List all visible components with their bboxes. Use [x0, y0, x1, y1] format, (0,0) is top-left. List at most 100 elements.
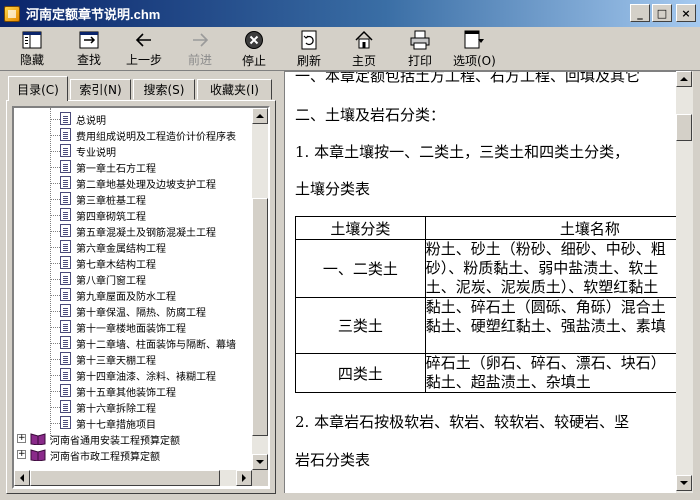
page-icon [60, 304, 71, 317]
forward-button[interactable]: 前进 [188, 30, 212, 68]
tree-vertical-scrollbar[interactable] [252, 108, 268, 470]
tree-item[interactable]: 第七章木结构工程 [14, 255, 254, 271]
tree-item[interactable]: 第五章混凝土及钢筋混凝土工程 [14, 223, 254, 239]
table-cell-names: 粉土、砂土（粉砂、细砂、中砂、粗 砂）、粉质黏土、弱中盐渍土、软土 土、泥炭、泥… [424, 239, 689, 298]
locate-icon [78, 30, 100, 49]
tree-item-label: 第六章金属结构工程 [76, 243, 166, 255]
tree-item[interactable]: 第八章门窗工程 [14, 271, 254, 287]
tab-contents[interactable]: 目录(C) [8, 76, 68, 101]
refresh-button[interactable]: 刷新 [297, 30, 321, 68]
refresh-label: 刷新 [297, 54, 322, 68]
back-label: 上一步 [126, 53, 163, 67]
tree-item[interactable]: 第十一章楼地面装饰工程 [14, 319, 254, 335]
expand-plus-icon[interactable]: + [17, 434, 26, 443]
table-cell-line: 土、泥炭、泥炭质土）、软塑红黏土 [425, 278, 659, 296]
pane-splitter[interactable] [278, 71, 283, 500]
page-icon [60, 256, 71, 269]
window-title: 河南定额章节说明.chm [26, 7, 161, 22]
tree-item[interactable]: 总说明 [14, 111, 254, 127]
forward-arrow-icon [189, 30, 211, 49]
tree-item[interactable]: 第十七章措施项目 [14, 415, 254, 431]
tree-item[interactable]: 第三章桩基工程 [14, 191, 254, 207]
home-icon [353, 30, 375, 50]
tab-search-label: 搜索(S) [143, 83, 185, 97]
title-bar[interactable]: 河南定额章节说明.chm _ □ × [0, 0, 700, 27]
tree-item-label: 第十五章其他装饰工程 [76, 387, 176, 399]
table-cell-names: 碎石土（卵石、碎石、漂石、块石） 黏土、超盐渍土、杂填土 [424, 353, 689, 393]
arrow-down-icon [256, 460, 264, 464]
tree-item[interactable]: 第六章金属结构工程 [14, 239, 254, 255]
scroll-up-button[interactable] [252, 108, 268, 124]
tree-item[interactable]: 第十章保温、隔热、防腐工程 [14, 303, 254, 319]
page-icon [60, 368, 71, 381]
tree-item-label: 第十一章楼地面装饰工程 [76, 323, 186, 335]
tree-item[interactable]: 第十二章墙、柱面装饰与隔断、幕墙 [14, 335, 254, 351]
minimize-button[interactable]: _ [630, 4, 650, 22]
scroll-down-button[interactable] [252, 454, 268, 470]
soil-table-title: 土壤分类表 [295, 180, 371, 198]
hide-label: 隐藏 [20, 53, 45, 67]
hide-button[interactable]: 隐藏 [20, 30, 44, 68]
home-button[interactable]: 主页 [352, 30, 376, 68]
forward-label: 前进 [188, 53, 213, 67]
tree-horizontal-scrollbar[interactable] [14, 470, 252, 486]
table-cell-line: 黏土、碎石土（圆砾、角砾）混合土 [425, 298, 666, 316]
page-icon [60, 272, 71, 285]
arrow-up-icon [256, 114, 264, 118]
content-vertical-scrollbar[interactable] [676, 71, 693, 493]
tree-item[interactable]: 专业说明 [14, 143, 254, 159]
options-label: 选项(O) [453, 54, 496, 68]
tree-item-label: 第四章砌筑工程 [76, 211, 146, 223]
content-scroll-down-button[interactable] [676, 475, 692, 491]
table-header: 土壤名称 [424, 216, 689, 240]
locate-button[interactable]: 查找 [77, 30, 101, 68]
stop-button[interactable]: 停止 [242, 30, 266, 68]
tab-search[interactable]: 搜索(S) [133, 79, 195, 100]
table-cell-line: 黏土、硬塑红黏土、强盐渍土、素填 [425, 317, 666, 335]
tree-item[interactable]: 第一章土石方工程 [14, 159, 254, 175]
content-scroll-up-button[interactable] [676, 71, 692, 87]
maximize-button[interactable]: □ [652, 4, 672, 22]
tree-item[interactable]: 第十四章油漆、涂料、裱糊工程 [14, 367, 254, 383]
tab-favorites[interactable]: 收藏夹(I) [197, 79, 272, 100]
tree-item-label: 费用组成说明及工程造价计价程序表 [76, 131, 236, 143]
nav-tabs: 目录(C) 索引(N) 搜索(S) 收藏夹(I) [6, 76, 276, 101]
options-button[interactable]: 选项(O) [453, 30, 496, 68]
stop-label: 停止 [242, 54, 267, 68]
table-header: 土壤分类 [295, 216, 426, 240]
minimize-icon: _ [637, 6, 643, 20]
tree-item[interactable]: 第十三章天棚工程 [14, 351, 254, 367]
tree-item[interactable]: 第十六章拆除工程 [14, 399, 254, 415]
table-cell-category: 一、二类土 [295, 239, 426, 298]
close-button[interactable]: × [676, 4, 696, 22]
tree-item[interactable]: 第九章屋面及防水工程 [14, 287, 254, 303]
content-scroll-thumb[interactable] [676, 114, 692, 141]
tree-item[interactable]: 费用组成说明及工程造价计价程序表 [14, 127, 254, 143]
scroll-thumb-horizontal[interactable] [30, 470, 220, 486]
tree-item-label: 第十二章墙、柱面装饰与隔断、幕墙 [76, 339, 236, 351]
tree-item[interactable]: 第四章砌筑工程 [14, 207, 254, 223]
tree-item[interactable]: 第二章地基处理及边坡支护工程 [14, 175, 254, 191]
scroll-thumb[interactable] [252, 198, 268, 436]
tab-index[interactable]: 索引(N) [70, 79, 131, 100]
expand-plus-icon[interactable]: + [17, 450, 26, 459]
navigation-pane: 目录(C) 索引(N) 搜索(S) 收藏夹(I) 总说明 费用组成说明及工程造价… [6, 76, 276, 494]
table-row: 一、二类土 粉土、砂土（粉砂、细砂、中砂、粗 砂）、粉质黏土、弱中盐渍土、软土 … [295, 239, 689, 298]
scroll-right-button[interactable] [236, 470, 252, 486]
tree-book-label: 河南省市政工程预算定额 [50, 452, 160, 463]
table-cell-line: 砂）、粉质黏土、弱中盐渍土、软土 [425, 259, 659, 277]
back-button[interactable]: 上一步 [126, 30, 162, 68]
tree-item-label: 第十六章拆除工程 [76, 403, 156, 415]
table-cell-category: 三类土 [295, 297, 426, 354]
tree-book[interactable]: + 河南省市政工程预算定额 [14, 447, 254, 463]
scroll-left-button[interactable] [14, 470, 30, 486]
tree-item[interactable]: 第十五章其他装饰工程 [14, 383, 254, 399]
tree-item-label: 第十七章措施项目 [76, 419, 156, 431]
print-button[interactable]: 打印 [408, 30, 432, 68]
tree-book[interactable]: + 河南省通用安装工程预算定额 [14, 431, 254, 447]
tree-item-label: 第十三章天棚工程 [76, 355, 156, 367]
page-icon [60, 320, 71, 333]
table-cell-line: 粉土、砂土（粉砂、细砂、中砂、粗 [425, 240, 666, 258]
section-heading: 二、土壤及岩石分类： [295, 106, 446, 124]
page-icon [60, 176, 71, 189]
